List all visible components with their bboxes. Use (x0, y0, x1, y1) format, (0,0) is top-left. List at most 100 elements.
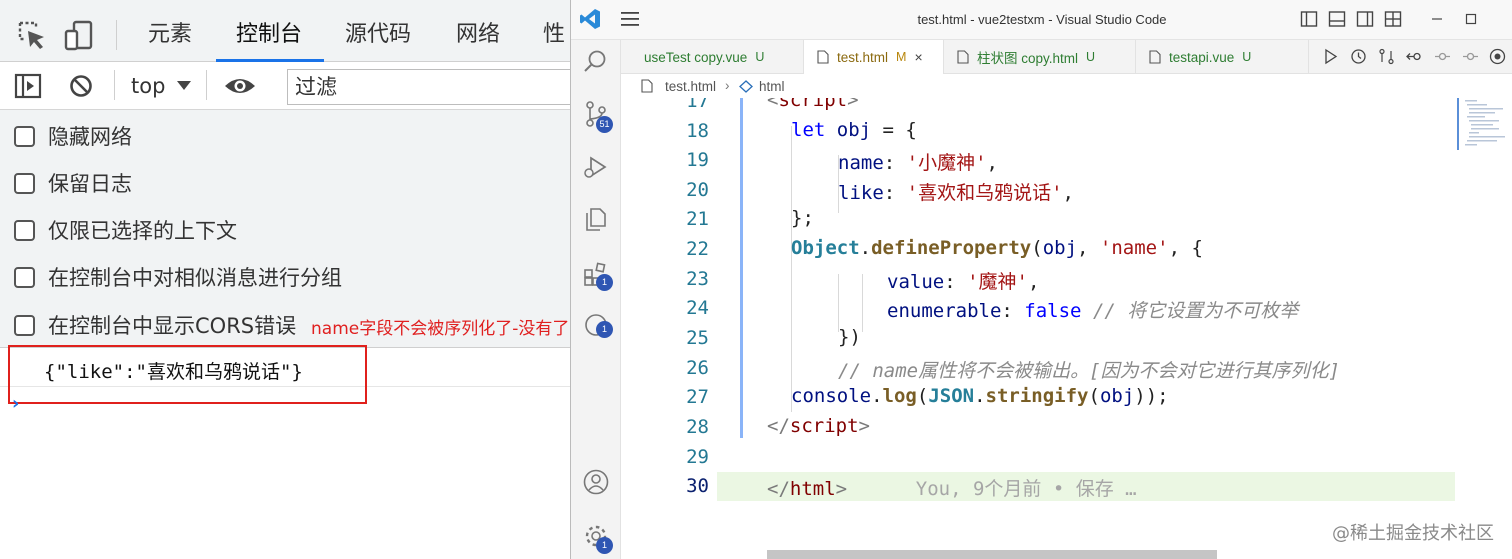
tab-usetest-copy-vue[interactable]: useTest copy.vue U (621, 40, 804, 74)
timeline-icon[interactable] (1350, 48, 1367, 65)
title-bar: test.html - vue2testxm - Visual Studio C… (571, 0, 1512, 40)
checkbox[interactable] (14, 266, 35, 288)
minimize-icon[interactable] (1428, 10, 1446, 28)
remote-badge: 1 (596, 321, 613, 338)
checkbox[interactable] (14, 172, 35, 194)
line-number: 29 (686, 446, 709, 468)
toggle-primary-sidebar-icon[interactable] (1300, 10, 1318, 28)
code-line-30: </html> You, 9个月前 • 保存 … (767, 478, 1137, 500)
maximize-icon[interactable] (1462, 10, 1480, 28)
line-number: 27 (686, 386, 709, 408)
line-number: 22 (686, 238, 709, 260)
tab-status: M (896, 50, 907, 64)
compare-changes-icon[interactable] (1378, 48, 1395, 65)
go-back-icon[interactable] (1406, 48, 1423, 65)
code-line-23: value: '魔神', (887, 271, 1040, 293)
file-icon (1149, 50, 1161, 64)
filter-input[interactable] (287, 69, 572, 105)
option-show-cors-errors[interactable]: 在控制台中显示CORS错误 (14, 310, 296, 340)
customize-layout-icon[interactable] (1384, 10, 1402, 28)
accounts-icon[interactable] (582, 468, 610, 496)
line-number: 28 (686, 416, 709, 438)
tab-status: U (755, 50, 765, 64)
checkbox[interactable] (14, 314, 35, 336)
explorer-icon[interactable] (582, 205, 610, 233)
caret-down-icon (177, 81, 192, 90)
tab-console[interactable]: 控制台 (215, 0, 325, 62)
option-label: 在控制台中对相似消息进行分组 (48, 266, 342, 290)
html-element-icon (739, 80, 753, 93)
run-icon[interactable] (1322, 48, 1339, 65)
indent-guide (862, 274, 863, 332)
tab-performance[interactable]: 性能 (543, 0, 572, 117)
tab-testapi-vue[interactable]: testapi.vue U (1136, 40, 1309, 74)
code-editor[interactable]: 17 18 19 20 21 22 23 24 25 26 27 28 29 3… (621, 98, 1512, 559)
annotation-text: name字段不会被序列化了-没有了 (311, 319, 570, 339)
tab-label: 柱状图 copy.html (977, 51, 1079, 66)
line-number: 24 (686, 297, 709, 319)
tab-label: useTest copy.vue (644, 49, 748, 65)
code-line-19: name: '小魔神', (838, 152, 998, 174)
context-select[interactable]: top (131, 71, 192, 101)
tab-sources[interactable]: 源代码 (345, 0, 411, 62)
tab-label: test.html (837, 49, 889, 65)
line-number: 18 (686, 120, 709, 142)
tab-close-icon[interactable]: × (914, 49, 922, 65)
code-line-24: enumerable: false // 将它设置为不可枚举 (887, 300, 1299, 322)
tab-network[interactable]: 网络 (456, 0, 500, 62)
context-select-value: top (131, 74, 166, 98)
toggle-panel-icon[interactable] (1328, 10, 1346, 28)
minimap[interactable] (1455, 98, 1511, 559)
code-line-18: let obj = { (791, 119, 917, 141)
toolbar-separator (116, 20, 117, 50)
next-change-icon[interactable] (1462, 48, 1479, 65)
tab-bar-chart-copy-html[interactable]: 柱状图 copy.html U (944, 40, 1136, 74)
line-number: 21 (686, 208, 709, 230)
code-line-20: like: '喜欢和乌鸦说话', (838, 182, 1074, 204)
vscode-window: test.html - vue2testxm - Visual Studio C… (570, 0, 1512, 559)
search-icon[interactable] (582, 48, 610, 76)
eye-icon[interactable] (224, 76, 256, 96)
breadcrumb-file[interactable]: test.html (665, 79, 716, 94)
breadcrumb-element[interactable]: html (759, 79, 785, 94)
settings-badge: 1 (596, 537, 613, 554)
clear-console-icon[interactable] (69, 74, 93, 98)
indent-guide (838, 274, 839, 332)
code-line-21: }; (791, 207, 814, 229)
go-forward-icon[interactable] (1434, 48, 1451, 65)
option-group-similar[interactable]: 在控制台中对相似消息进行分组 (14, 262, 342, 292)
line-number: 26 (686, 357, 709, 379)
code-line-22: Object.defineProperty(obj, 'name', { (791, 237, 1203, 259)
sidebar-toggle-icon[interactable] (14, 72, 42, 100)
checkbox[interactable] (14, 219, 35, 241)
tab-elements[interactable]: 元素 (148, 0, 192, 62)
open-changes-icon[interactable] (1489, 48, 1506, 65)
option-label: 仅限已选择的上下文 (48, 219, 237, 243)
console-prompt[interactable]: › (12, 393, 19, 414)
toggle-secondary-sidebar-icon[interactable] (1356, 10, 1374, 28)
highlight-box (8, 345, 367, 404)
code-line-28: </script> (767, 415, 870, 437)
tab-status: U (1242, 50, 1252, 64)
line-number: 25 (686, 327, 709, 349)
breadcrumb-separator: › (725, 78, 730, 93)
option-preserve-log[interactable]: 保留日志 (14, 168, 132, 198)
run-debug-icon[interactable] (582, 153, 610, 181)
option-label: 在控制台中显示CORS错误 (48, 314, 297, 338)
devtools-panel: 元素 控制台 源代码 网络 性能 top 隐藏网络 (0, 0, 572, 559)
line-number: 23 (686, 268, 709, 290)
git-modified-gutter (740, 98, 743, 438)
option-label: 隐藏网络 (48, 125, 132, 149)
tab-test-html[interactable]: test.html M × (804, 40, 944, 74)
option-selected-context-only[interactable]: 仅限已选择的上下文 (14, 215, 237, 245)
devtools-tab-bar: 元素 控制台 源代码 网络 性能 (0, 0, 572, 117)
minimap-preview (1457, 98, 1505, 150)
console-toolbar: top (0, 62, 572, 110)
horizontal-scrollbar[interactable] (767, 550, 1217, 559)
option-hide-network[interactable]: 隐藏网络 (14, 121, 132, 151)
breadcrumb: test.html › html (621, 74, 1512, 98)
code-line-17: <script> (767, 98, 859, 111)
device-toolbar-icon[interactable] (62, 19, 96, 53)
checkbox[interactable] (14, 125, 35, 147)
inspect-element-icon[interactable] (16, 19, 50, 53)
